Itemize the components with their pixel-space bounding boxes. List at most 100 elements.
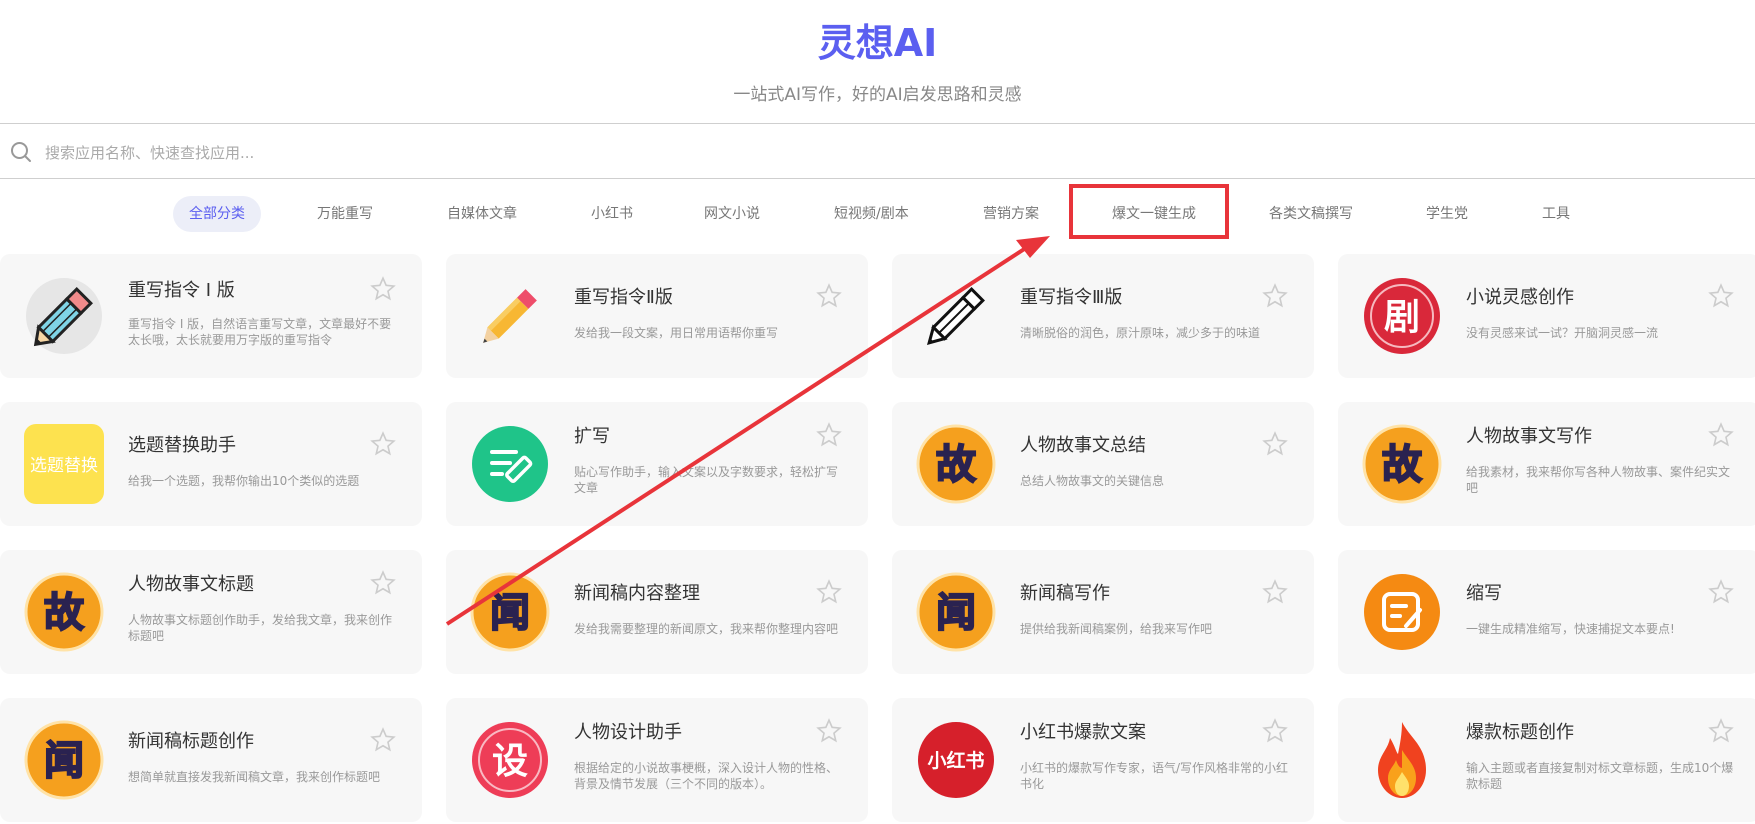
svg-text:选题替换: 选题替换	[30, 456, 98, 476]
tab-tools[interactable]: 工具	[1542, 196, 1570, 232]
svg-text:故: 故	[936, 442, 976, 488]
app-card[interactable]: 爆款标题创作 输入主题或者直接复制对标文章标题，生成10个爆款标题	[1338, 698, 1755, 822]
svg-text:故: 故	[44, 590, 84, 636]
app-card[interactable]: 重写指令Ⅱ版 发给我一段文案，用日常用语帮你重写	[446, 254, 868, 378]
app-card-desc: 给我素材，我来帮你写各种人物故事、案件纪实文吧	[1466, 465, 1731, 495]
star-icon[interactable]	[370, 570, 396, 596]
fire-icon	[1378, 722, 1426, 798]
app-card[interactable]: 重写指令 I 版 重写指令 I 版，自然语言重写文章，文章最好不要太长哦，太长就…	[0, 254, 422, 378]
app-card-title: 缩写	[1466, 583, 1502, 604]
star-icon[interactable]	[1262, 431, 1288, 457]
app-card-title: 人物设计助手	[574, 722, 682, 743]
gu-badge-icon: 故	[1362, 424, 1442, 504]
tab-short-video[interactable]: 短视频/剧本	[834, 196, 909, 232]
wen-badge-icon: 闻	[24, 720, 104, 800]
tab-xiaohongshu[interactable]: 小红书	[591, 196, 633, 232]
shrink-edit-icon	[1364, 574, 1440, 650]
tab-marketing[interactable]: 营销方案	[983, 196, 1039, 232]
app-card-title: 小红书爆款文案	[1020, 722, 1146, 743]
app-card[interactable]: 剧 小说灵感创作 没有灵感来试一试？开脑洞灵感一流	[1338, 254, 1755, 378]
star-icon[interactable]	[1708, 422, 1734, 448]
annotation-highlight-box	[1069, 184, 1229, 239]
star-icon[interactable]	[1262, 283, 1288, 309]
svg-text:闻: 闻	[490, 590, 530, 636]
app-card-desc: 人物故事文标题创作助手，发给我文章，我来创作标题吧	[128, 613, 393, 643]
tab-self-media[interactable]: 自媒体文章	[447, 196, 517, 232]
search-icon	[11, 142, 31, 162]
app-card-desc: 给我一个选题，我帮你输出10个类似的选题	[128, 474, 360, 488]
page-title: 灵想AI	[817, 21, 938, 65]
star-icon[interactable]	[370, 431, 396, 457]
star-icon[interactable]	[1708, 579, 1734, 605]
xiaohongshu-icon: 小红书	[918, 722, 994, 798]
pencil-outline-icon	[926, 287, 985, 346]
app-card-desc: 发给我一段文案，用日常用语帮你重写	[574, 326, 779, 340]
app-card[interactable]: 重写指令Ⅲ版 清晰脱俗的润色，原汁原味，减少多于的味道	[892, 254, 1314, 378]
app-card[interactable]: 缩写 一键生成精准缩写，快速捕捉文本要点!	[1338, 550, 1755, 674]
app-card-title: 爆款标题创作	[1466, 722, 1574, 743]
app-card-title: 人物故事文总结	[1020, 435, 1146, 456]
star-icon[interactable]	[1708, 718, 1734, 744]
page-subtitle: 一站式AI写作，好的AI启发思路和灵感	[733, 85, 1022, 105]
svg-text:故: 故	[1382, 442, 1422, 488]
tab-all[interactable]: 全部分类	[173, 196, 261, 232]
app-card-desc: 清晰脱俗的润色，原汁原味，减少多于的味道	[1020, 326, 1261, 340]
tab-students[interactable]: 学生党	[1426, 196, 1468, 232]
app-card-title: 重写指令Ⅱ版	[574, 287, 673, 308]
pencil-blue-icon	[26, 278, 102, 354]
tab-universal-rewrite[interactable]: 万能重写	[317, 196, 373, 232]
svg-text:闻: 闻	[936, 590, 976, 636]
search-bar[interactable]	[0, 123, 1755, 179]
app-card-desc: 小红书的爆款写作专家，语气/写作风格非常的小红书化	[1020, 761, 1289, 791]
ju-badge-icon: 剧	[1364, 278, 1440, 354]
app-card-title: 选题替换助手	[128, 435, 236, 456]
search-input[interactable]	[43, 138, 1547, 168]
app-card[interactable]: 设 人物设计助手 根据给定的小说故事梗概，深入设计人物的性格、背景及情节发展（三…	[446, 698, 868, 822]
tab-web-novel[interactable]: 网文小说	[704, 196, 760, 232]
app-card-title: 人物故事文标题	[128, 574, 254, 595]
wen-badge-icon: 闻	[470, 572, 550, 652]
app-card-title: 重写指令Ⅲ版	[1020, 287, 1123, 308]
star-icon[interactable]	[816, 718, 842, 744]
tab-documents[interactable]: 各类文稿撰写	[1269, 196, 1353, 232]
app-card-title: 扩写	[574, 426, 610, 447]
app-card-desc: 根据给定的小说故事梗概，深入设计人物的性格、背景及情节发展（三个不同的版本）。	[574, 761, 839, 791]
app-card-desc: 提供给我新闻稿案例，给我来写作吧	[1020, 622, 1213, 636]
app-card-title: 新闻稿标题创作	[128, 731, 254, 752]
app-card-title: 重写指令 I 版	[128, 280, 235, 301]
star-icon[interactable]	[816, 579, 842, 605]
app-card[interactable]: 选题替换 选题替换助手 给我一个选题，我帮你输出10个类似的选题	[0, 402, 422, 526]
app-card[interactable]: 闻 新闻稿内容整理 发给我需要整理的新闻原文，我来帮你整理内容吧	[446, 550, 868, 674]
app-card[interactable]: 故 人物故事文写作 给我素材，我来帮你写各种人物故事、案件纪实文吧	[1338, 402, 1755, 526]
wen-badge-icon: 闻	[916, 572, 996, 652]
she-badge-icon: 设	[472, 722, 548, 798]
star-icon[interactable]	[370, 727, 396, 753]
gu-badge-icon: 故	[24, 572, 104, 652]
app-card[interactable]: 小红书 小红书爆款文案 小红书的爆款写作专家，语气/写作风格非常的小红书化	[892, 698, 1314, 822]
star-icon[interactable]	[1262, 718, 1288, 744]
app-card-desc: 一键生成精准缩写，快速捕捉文本要点!	[1466, 622, 1675, 636]
app-card[interactable]: 故 人物故事文标题 人物故事文标题创作助手，发给我文章，我来创作标题吧	[0, 550, 422, 674]
app-card-title: 人物故事文写作	[1466, 426, 1592, 447]
star-icon[interactable]	[1262, 579, 1288, 605]
star-icon[interactable]	[816, 422, 842, 448]
app-card-desc: 发给我需要整理的新闻原文，我来帮你整理内容吧	[574, 622, 839, 636]
app-card-desc: 重写指令 I 版，自然语言重写文章，文章最好不要太长哦，太长就要用万字版的重写指…	[128, 317, 392, 347]
app-card[interactable]: 故 人物故事文总结 总结人物故事文的关键信息	[892, 402, 1314, 526]
app-card-desc: 没有灵感来试一试？开脑洞灵感一流	[1466, 326, 1659, 340]
edit-green-icon	[472, 426, 548, 502]
pencil-yellow-icon	[483, 289, 537, 343]
app-card[interactable]: 闻 新闻稿标题创作 想简单就直接发我新闻稿文章，我来创作标题吧	[0, 698, 422, 822]
svg-text:剧: 剧	[1384, 297, 1420, 338]
star-icon[interactable]	[816, 283, 842, 309]
svg-text:闻: 闻	[44, 738, 84, 784]
gu-badge-icon: 故	[916, 424, 996, 504]
star-icon[interactable]	[1708, 283, 1734, 309]
app-card-desc: 输入主题或者直接复制对标文章标题，生成10个爆款标题	[1466, 761, 1734, 791]
app-card-title: 小说灵感创作	[1466, 287, 1574, 308]
app-card[interactable]: 闻 新闻稿写作 提供给我新闻稿案例，给我来写作吧	[892, 550, 1314, 674]
svg-text:小红书: 小红书	[927, 749, 984, 772]
app-card-desc: 贴心写作助手，输入文案以及字数要求，轻松扩写文章	[574, 465, 839, 495]
star-icon[interactable]	[370, 276, 396, 302]
app-card[interactable]: 扩写 贴心写作助手，输入文案以及字数要求，轻松扩写文章	[446, 402, 868, 526]
